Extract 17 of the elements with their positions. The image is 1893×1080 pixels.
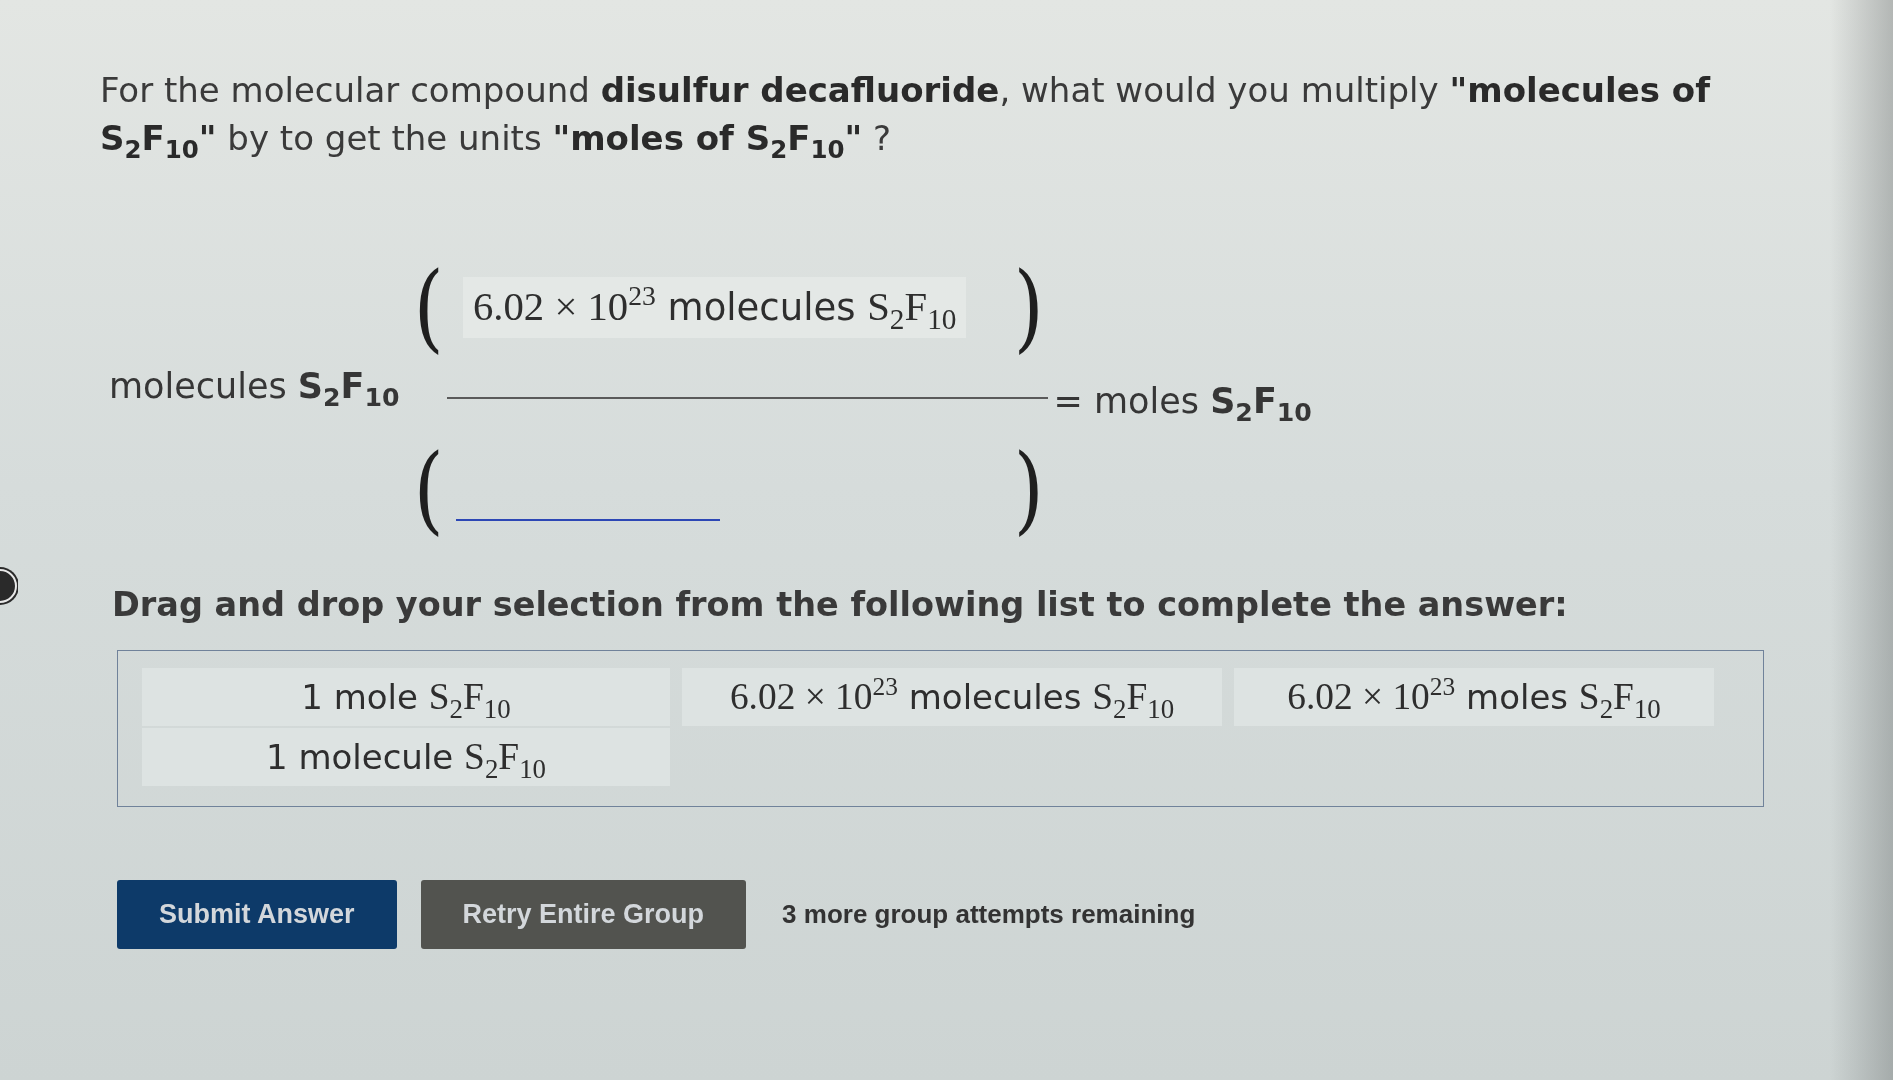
instruction-text: Drag and drop your selection from the following list to complete the answer: — [112, 585, 1568, 625]
answer-choice[interactable]: 1 molecule S$_{2}$F$_{10}$ — [142, 728, 670, 786]
given-quantity: molecules S$_{2}$F$_{10}$ — [109, 366, 400, 406]
attempts-remaining-text: 3 more group attempts remaining — [782, 899, 1196, 930]
answer-choice[interactable]: 6.02 × 10$^{23}$ molecules S$_{2}$F$_{10}$ — [682, 668, 1222, 726]
answer-choice[interactable]: 1 mole S$_{2}$F$_{10}$ — [142, 668, 670, 726]
edge-disc-icon[interactable] — [0, 567, 18, 605]
dropped-answer[interactable]: 6.02 × 10$^{23}$ molecules S$_{2}$F$_{10}$ — [463, 276, 967, 338]
question-text: For the molecular compound disulfur decafluoride, what would you multiply "molecules of S$_{2}$F$_{10}$" by to get the units "moles of S$_{2}$F$_{10}$" ? — [100, 69, 1712, 162]
parenthesis: ( — [413, 435, 444, 543]
result-quantity: = moles S$_{2}$F$_{10}$ — [1053, 381, 1312, 421]
submit-button[interactable]: Submit Answer — [117, 880, 397, 949]
answer-choice[interactable]: 6.02 × 10$^{23}$ moles S$_{2}$F$_{10}$ — [1234, 668, 1714, 726]
retry-button[interactable]: Retry Entire Group — [420, 880, 747, 949]
parenthesis: ) — [1013, 435, 1044, 543]
parenthesis: ) — [1013, 253, 1044, 361]
parenthesis: ( — [413, 253, 444, 361]
